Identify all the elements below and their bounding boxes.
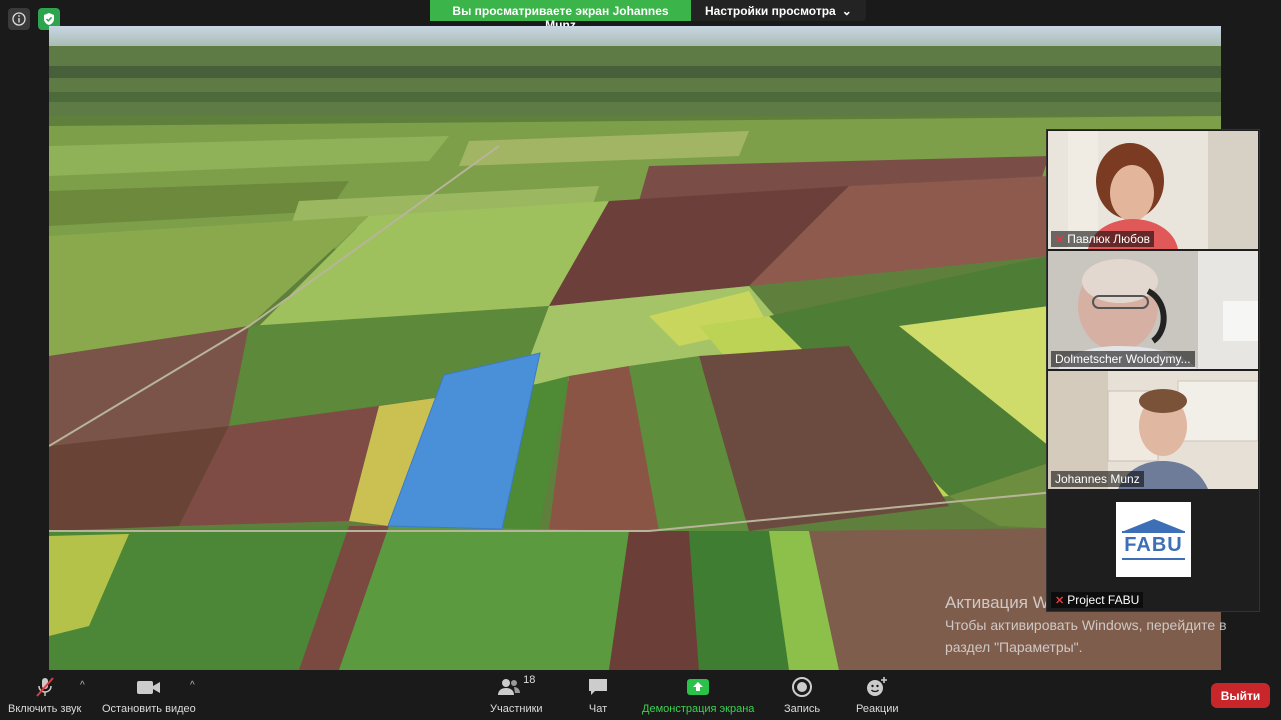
chevron-down-icon: ⌄ [841,3,852,18]
stop-video-label: Остановить видео [102,703,196,715]
participants-count: 18 [523,674,536,686]
participants-label: Участники [490,703,543,715]
video-camera-icon [136,674,162,700]
participant-video-panel: ✕ Павлюк Любов Dolmetscher Wolodymy... J… [1046,129,1260,612]
participant-name: Johannes Munz [1055,472,1140,486]
participant-name: Павлюк Любов [1067,232,1150,246]
participant-tile[interactable]: Johannes Munz [1048,371,1258,489]
participant-name: Project FABU [1067,593,1140,607]
leave-button[interactable]: Выйти [1211,683,1270,708]
participant-name-label: Dolmetscher Wolodymy... [1051,351,1195,367]
logo-roof-shape [1123,519,1184,531]
unmute-button[interactable]: Включить звук [8,674,81,715]
audio-options-chevron-icon[interactable]: ^ [80,680,85,691]
participant-tile-active-speaker[interactable]: Dolmetscher Wolodymy... [1048,251,1258,369]
muted-microphone-icon [33,674,57,700]
share-screen-label: Демонстрация экрана [642,703,755,715]
fabu-logo: FABU [1116,502,1191,577]
chat-bubble-icon [587,674,609,700]
meeting-toolbar: Включить звук ^ Остановить видео ^ 18 Уч… [0,670,1281,720]
participant-name-label: Johannes Munz [1051,471,1144,487]
participants-button[interactable]: 18 Участники [490,674,543,715]
reactions-label: Реакции [856,703,899,715]
muted-mic-icon: ✕ [1055,233,1065,246]
share-screen-button[interactable]: Демонстрация экрана [642,674,754,715]
muted-mic-icon: ✕ [1055,594,1065,607]
unmute-label: Включить звук [8,703,82,715]
participants-icon [498,679,521,695]
chat-button[interactable]: Чат [587,674,609,715]
participant-name-label: ✕ Павлюк Любов [1051,231,1154,247]
reactions-button[interactable]: Реакции [856,674,899,715]
participant-name: Dolmetscher Wolodymy... [1055,352,1191,366]
logo-text: FABU [1122,531,1185,560]
record-button[interactable]: Запись [784,674,820,715]
chat-label: Чат [588,703,608,715]
share-status-text: Вы просматриваете экран Johannes Munz [430,0,691,32]
record-label: Запись [784,703,821,715]
watermark-line-1: Чтобы активировать Windows, перейдите в [945,617,1227,633]
participant-name-label: ✕ Project FABU [1051,592,1144,608]
video-options-chevron-icon[interactable]: ^ [190,680,195,691]
view-options-button[interactable]: Настройки просмотра ⌄ [691,0,866,21]
stop-video-button[interactable]: Остановить видео [102,674,196,715]
view-options-label: Настройки просмотра [705,3,836,18]
screen-share-banner: Вы просматриваете экран Johannes Munz На… [430,0,866,32]
participant-tile[interactable]: FABU ✕ Project FABU [1048,492,1258,610]
participant-tile[interactable]: ✕ Павлюк Любов [1048,131,1258,249]
share-screen-icon [686,674,710,700]
record-icon [791,674,813,700]
watermark-line-2: раздел "Параметры". [945,639,1083,655]
smiley-plus-icon [865,674,889,700]
info-icon[interactable] [8,8,30,30]
